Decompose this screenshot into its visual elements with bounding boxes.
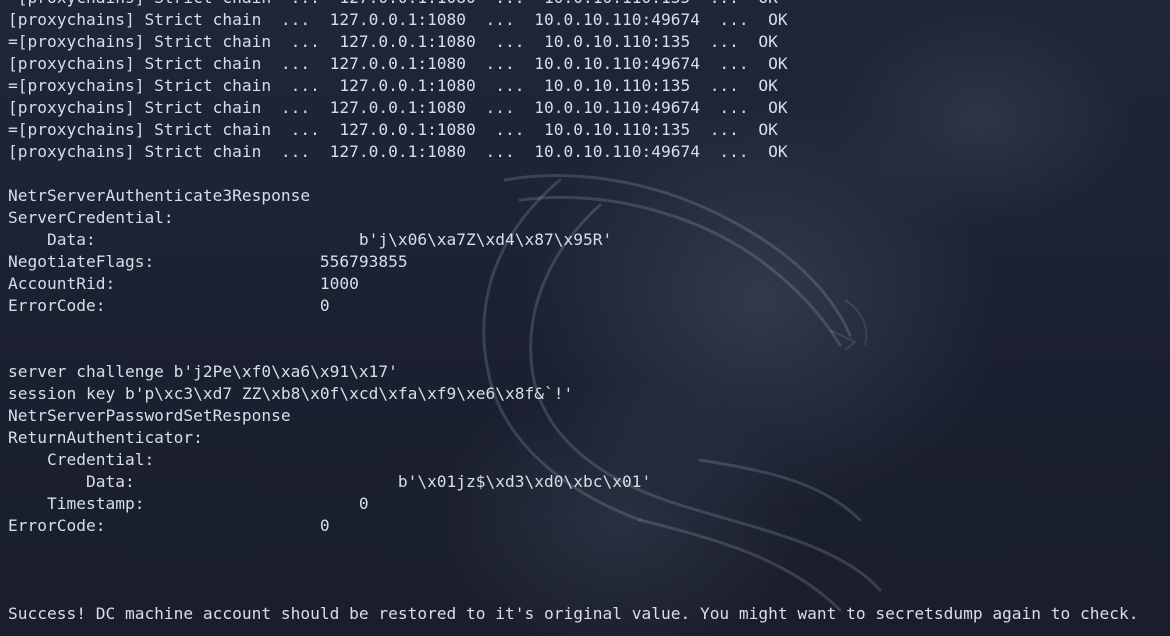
terminal-line: [proxychains] Strict chain ... 127.0.0.1…: [8, 142, 788, 161]
terminal-line: ErrorCode: 0: [8, 516, 330, 535]
terminal-line: AccountRid: 1000: [8, 274, 359, 293]
terminal-line: =[proxychains] Strict chain ... 127.0.0.…: [8, 76, 778, 95]
terminal-line: Credential:: [8, 450, 155, 469]
terminal-output: =[proxychains] Strict chain ... 127.0.0.…: [8, 0, 1139, 625]
terminal-line: =[proxychains] Strict chain ... 127.0.0.…: [8, 32, 778, 51]
terminal-line: =[proxychains] Strict chain ... 127.0.0.…: [8, 0, 1139, 9]
terminal-line: [proxychains] Strict chain ... 127.0.0.1…: [8, 98, 788, 117]
terminal-line: session key b'p\xc3\xd7 ZZ\xb8\x0f\xcd\x…: [8, 384, 574, 403]
terminal-line: =[proxychains] Strict chain ... 127.0.0.…: [8, 120, 778, 139]
terminal-line: NegotiateFlags: 556793855: [8, 252, 408, 271]
terminal-line: Success! DC machine account should be re…: [8, 604, 1139, 623]
terminal-line: Timestamp: 0: [8, 494, 369, 513]
terminal-line: ServerCredential:: [8, 208, 174, 227]
terminal-line: [proxychains] Strict chain ... 127.0.0.1…: [8, 10, 788, 29]
terminal-window[interactable]: =[proxychains] Strict chain ... 127.0.0.…: [0, 0, 1170, 636]
terminal-line: ErrorCode: 0: [8, 296, 330, 315]
terminal-line: server challenge b'j2Pe\xf0\xa6\x91\x17': [8, 362, 398, 381]
terminal-line: Data: b'\x01jz$\xd3\xd0\xbc\x01': [8, 472, 652, 491]
terminal-line: [proxychains] Strict chain ... 127.0.0.1…: [8, 54, 788, 73]
terminal-line: NetrServerAuthenticate3Response: [8, 186, 311, 205]
terminal-line: NetrServerPasswordSetResponse: [8, 406, 291, 425]
terminal-line: ReturnAuthenticator:: [8, 428, 203, 447]
terminal-line: Data: b'j\x06\xa7Z\xd4\x87\x95R': [8, 230, 613, 249]
